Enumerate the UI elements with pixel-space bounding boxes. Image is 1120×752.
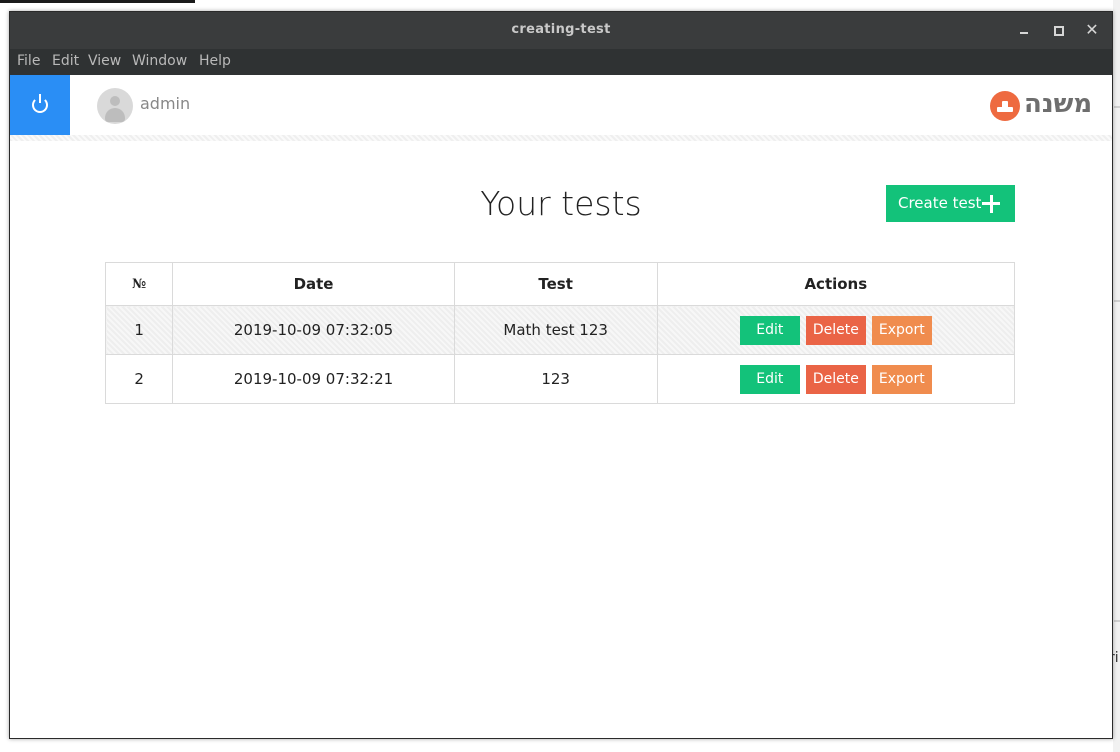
edit-button[interactable]: Edit (739, 364, 800, 394)
column-header-number: № (104, 262, 174, 306)
export-button[interactable]: Export (871, 364, 932, 394)
app-header: admin משנה (10, 75, 1112, 135)
close-button[interactable]: ✕ (1081, 19, 1103, 41)
plus-icon-vertical (989, 195, 993, 213)
logo-text: משנה (1024, 89, 1093, 119)
avatar-head (110, 96, 120, 106)
desktop-line (1114, 106, 1120, 108)
power-icon-stem (39, 94, 41, 103)
menu-file[interactable]: File (17, 53, 40, 69)
minimize-button[interactable] (1013, 19, 1035, 41)
table-row: 2 2019-10-09 07:32:21 123 Edit Delete Expo… (104, 354, 1016, 404)
maximize-button[interactable] (1047, 19, 1069, 41)
desktop-line (1114, 620, 1120, 622)
maximize-icon (1054, 26, 1064, 36)
app-logo: משנה (988, 89, 1104, 123)
desktop-line (1114, 300, 1120, 302)
user-avatar-icon (97, 88, 133, 124)
menu-edit[interactable]: Edit (52, 53, 79, 69)
row-test-name: Math test 123 (453, 305, 658, 355)
create-test-label: Create test (898, 194, 982, 212)
minimize-icon (1020, 32, 1028, 34)
column-header-test: Test (453, 262, 658, 306)
delete-button[interactable]: Delete (805, 364, 866, 394)
app-window: creating-test ✕ File Edit View Window He… (9, 11, 1113, 739)
row-number: 2 (104, 354, 174, 404)
table-row: 1 2019-10-09 07:32:05 Math test 123 Edit… (104, 305, 1016, 355)
username: admin (140, 94, 191, 113)
create-test-button[interactable]: Create test (886, 185, 1015, 222)
column-header-actions: Actions (656, 262, 1016, 306)
menu-view[interactable]: View (88, 53, 121, 69)
menu-help[interactable]: Help (199, 53, 231, 69)
close-icon: ✕ (1085, 20, 1099, 39)
delete-button[interactable]: Delete (805, 315, 866, 345)
avatar-body (105, 108, 125, 122)
row-date: 2019-10-09 07:32:05 (172, 305, 455, 355)
desktop-top-bar (0, 0, 195, 3)
table-header-row: № Date Test Actions (104, 262, 1016, 306)
export-button[interactable]: Export (871, 315, 932, 345)
row-actions: Edit Delete Export (656, 354, 1016, 404)
header-divider (10, 135, 1112, 141)
window-title: creating-test (511, 22, 611, 37)
column-header-date: Date (172, 262, 455, 306)
title-bar[interactable]: creating-test ✕ (10, 12, 1112, 49)
edit-button[interactable]: Edit (739, 315, 800, 345)
row-date: 2019-10-09 07:32:21 (172, 354, 455, 404)
tests-table: № Date Test Actions 1 2019-10-09 07:32:0… (104, 262, 1016, 404)
menu-window[interactable]: Window (132, 53, 187, 69)
row-number: 1 (104, 305, 174, 355)
logout-button[interactable] (10, 75, 70, 135)
logo-mark-bar (997, 107, 1013, 112)
menu-bar: File Edit View Window Help (10, 49, 1112, 75)
row-test-name: 123 (453, 354, 658, 404)
row-actions: Edit Delete Export (656, 305, 1016, 355)
desktop-background (1113, 0, 1120, 752)
logo-mark-icon (990, 91, 1020, 121)
